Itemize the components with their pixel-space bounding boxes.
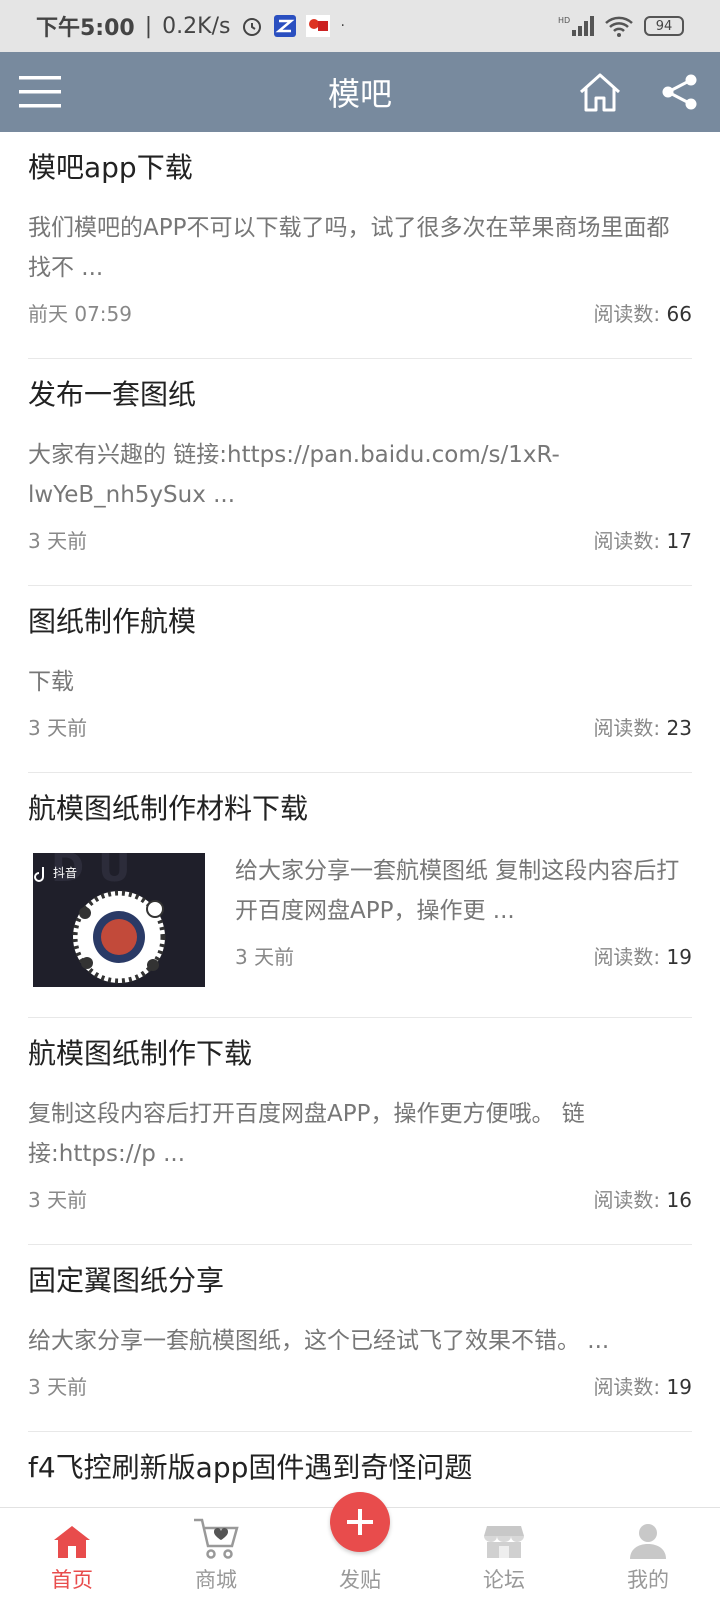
- battery-icon: 94: [644, 16, 684, 36]
- post-excerpt: 我们模吧的APP不可以下载了吗，试了很多次在苹果商场里面都找不 ...: [28, 215, 670, 281]
- post-meta: 3 天前 阅读数: 23: [28, 714, 692, 742]
- post-time: 3 天前: [235, 945, 295, 969]
- post-reads: 阅读数: 17: [593, 527, 692, 555]
- nav-mall[interactable]: 商城: [144, 1508, 288, 1600]
- new-post-button[interactable]: [330, 1492, 390, 1552]
- nav-label: 论坛: [483, 1568, 525, 1592]
- bottom-nav: 首页 商城 发贴 论坛 我的: [0, 1492, 720, 1600]
- post-time: 3 天前: [28, 1188, 88, 1212]
- reads-label: 阅读数:: [593, 1188, 661, 1212]
- post-media: D U 抖音 给大家分享一套航模图纸 复制这段内容后打开百度网盘APP，操作更 …: [28, 853, 692, 987]
- app-z-icon: [274, 15, 297, 37]
- post-item[interactable]: f4飞控刷新版app固件遇到奇怪问题: [0, 1432, 720, 1486]
- post-meta: 前天 07:59 阅读数: 66: [28, 300, 692, 328]
- app-header: 模吧: [0, 52, 720, 132]
- share-icon: [662, 74, 697, 110]
- post-meta: 3 天前 阅读数: 19: [28, 1373, 692, 1401]
- home-button[interactable]: [560, 52, 640, 132]
- svg-text:抖音: 抖音: [53, 865, 77, 880]
- nav-forum[interactable]: 论坛: [432, 1508, 576, 1600]
- post-title: 航模图纸制作下载: [28, 1037, 253, 1070]
- post-item[interactable]: 航模图纸制作下载 复制这段内容后打开百度网盘APP，操作更方便哦。 链接:htt…: [0, 1018, 720, 1245]
- post-excerpt: 给大家分享一套航模图纸，这个已经试飞了效果不错。 ...: [28, 1328, 610, 1354]
- alarm-icon: [240, 14, 264, 38]
- post-time: 前天 07:59: [28, 302, 132, 326]
- menu-button[interactable]: [0, 52, 80, 132]
- status-time: 下午5:00: [36, 16, 135, 41]
- reads-count: 23: [666, 716, 692, 740]
- reads-label: 阅读数:: [593, 945, 661, 969]
- post-title: 模吧app下载: [28, 151, 193, 184]
- post-thumbnail[interactable]: D U 抖音: [33, 853, 205, 987]
- cart-icon: [194, 1518, 239, 1559]
- forum-icon: [484, 1526, 524, 1558]
- post-reads: 阅读数: 19: [593, 943, 692, 971]
- post-item[interactable]: 发布一套图纸 大家有兴趣的 链接:https://pan.baidu.com/s…: [0, 359, 720, 586]
- post-reads: 阅读数: 66: [593, 300, 692, 328]
- reads-label: 阅读数:: [593, 1375, 661, 1399]
- post-title: 发布一套图纸: [28, 378, 197, 411]
- wifi-icon: [604, 14, 634, 38]
- reads-label: 阅读数:: [593, 529, 661, 553]
- post-meta: 3 天前 阅读数: 16: [28, 1186, 692, 1214]
- plus-icon: [347, 1509, 373, 1535]
- notification-dot: ·: [340, 18, 345, 34]
- post-title: 固定翼图纸分享: [28, 1264, 225, 1297]
- reads-count: 19: [666, 945, 692, 969]
- news-app-icon: [306, 15, 331, 37]
- post-excerpt: 复制这段内容后打开百度网盘APP，操作更方便哦。 链接:https://p ..…: [28, 1101, 585, 1167]
- post-reads: 阅读数: 16: [593, 1186, 692, 1214]
- nav-label: 商城: [195, 1568, 237, 1592]
- nav-label: 发贴: [339, 1568, 381, 1592]
- reads-count: 19: [666, 1375, 692, 1399]
- post-item[interactable]: 图纸制作航模 下载 3 天前 阅读数: 23: [0, 586, 720, 773]
- reads-count: 17: [666, 529, 692, 553]
- nav-post[interactable]: 发贴: [288, 1492, 432, 1600]
- status-bar: 下午5:00 | 0.2K/s · HD 94: [0, 0, 720, 52]
- post-title: 航模图纸制作材料下载: [28, 792, 309, 825]
- nav-mine[interactable]: 我的: [576, 1508, 720, 1600]
- status-divider: |: [144, 13, 153, 39]
- reads-count: 66: [666, 302, 692, 326]
- reads-count: 16: [666, 1188, 692, 1212]
- user-icon: [630, 1524, 666, 1559]
- post-feed: 模吧app下载 我们模吧的APP不可以下载了吗，试了很多次在苹果商场里面都找不 …: [0, 132, 720, 1507]
- post-item[interactable]: 航模图纸制作材料下载 D U 抖音 给大家分享一套航模图纸 复制这段内容后打开百…: [0, 773, 720, 1018]
- post-excerpt: 大家有兴趣的 链接:https://pan.baidu.com/s/1xR-lw…: [28, 442, 560, 508]
- post-item[interactable]: 模吧app下载 我们模吧的APP不可以下载了吗，试了很多次在苹果商场里面都找不 …: [0, 132, 720, 359]
- post-title: f4飞控刷新版app固件遇到奇怪问题: [28, 1451, 473, 1484]
- nav-label: 首页: [51, 1568, 93, 1592]
- post-excerpt: 给大家分享一套航模图纸 复制这段内容后打开百度网盘APP，操作更 ...: [235, 858, 680, 924]
- post-excerpt: 下载: [28, 669, 74, 695]
- home-icon: [54, 1526, 90, 1558]
- post-time: 3 天前: [28, 529, 88, 553]
- post-reads: 阅读数: 23: [593, 714, 692, 742]
- reads-label: 阅读数:: [593, 302, 661, 326]
- battery-level: 94: [655, 18, 673, 34]
- nav-home[interactable]: 首页: [0, 1508, 144, 1600]
- status-speed: 0.2K/s: [162, 13, 231, 39]
- home-outline-icon: [579, 73, 621, 112]
- post-time: 3 天前: [28, 1375, 88, 1399]
- signal-icon: HD: [558, 14, 594, 38]
- post-title: 图纸制作航模: [28, 605, 197, 638]
- post-meta: 3 天前 阅读数: 19: [235, 943, 692, 971]
- qr-code-image: D U 抖音: [33, 853, 205, 987]
- post-meta: 3 天前 阅读数: 17: [28, 527, 692, 555]
- svg-text:HD: HD: [558, 16, 570, 25]
- share-button[interactable]: [640, 52, 720, 132]
- nav-label: 我的: [627, 1568, 669, 1592]
- post-time: 3 天前: [28, 716, 88, 740]
- reads-label: 阅读数:: [593, 716, 661, 740]
- post-item[interactable]: 固定翼图纸分享 给大家分享一套航模图纸，这个已经试飞了效果不错。 ... 3 天…: [0, 1245, 720, 1432]
- menu-icon: [19, 76, 61, 108]
- post-reads: 阅读数: 19: [593, 1373, 692, 1401]
